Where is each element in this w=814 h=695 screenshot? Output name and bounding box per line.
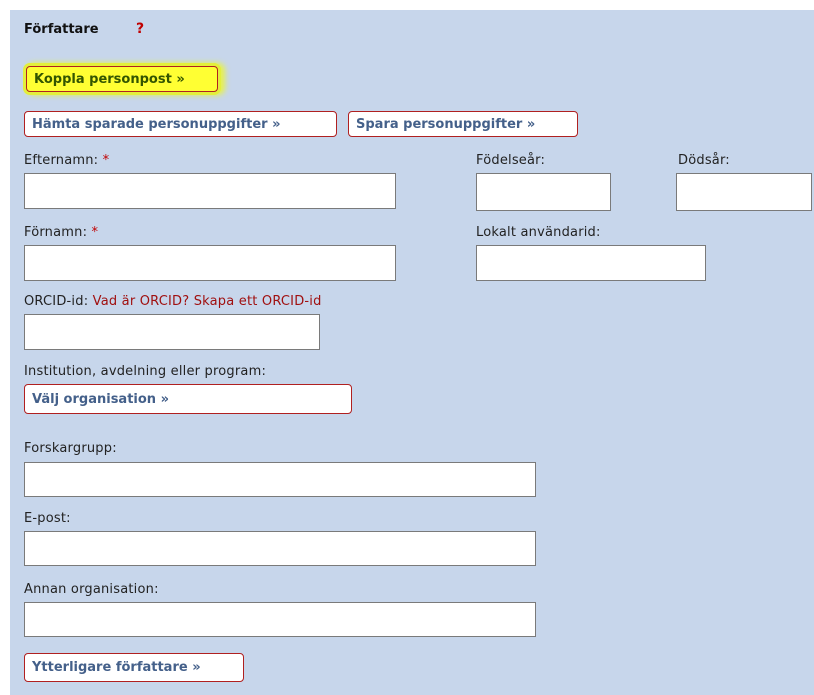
local-user-id-input[interactable] bbox=[476, 245, 706, 281]
first-name-input[interactable] bbox=[24, 245, 396, 281]
death-year-label: Dödsår: bbox=[678, 153, 730, 168]
orcid-input[interactable] bbox=[24, 314, 320, 350]
other-organisation-input[interactable] bbox=[24, 602, 536, 637]
research-group-label: Forskargrupp: bbox=[24, 441, 117, 456]
choose-organisation-button[interactable]: Välj organisation » bbox=[24, 384, 352, 414]
birth-year-label: Födelseår: bbox=[476, 153, 546, 168]
other-organisation-label: Annan organisation: bbox=[24, 582, 159, 597]
required-mark: * bbox=[102, 153, 110, 168]
research-group-input[interactable] bbox=[24, 462, 536, 497]
required-mark: * bbox=[91, 225, 99, 240]
save-person-data-button[interactable]: Spara personuppgifter » bbox=[348, 111, 578, 137]
birth-year-input[interactable] bbox=[476, 173, 611, 211]
link-person-record-button[interactable]: Koppla personpost » bbox=[26, 66, 218, 92]
local-user-id-label: Lokalt användarid: bbox=[476, 225, 601, 240]
orcid-label: ORCID-id: Vad är ORCID? Skapa ett ORCID-… bbox=[24, 294, 322, 309]
more-authors-button[interactable]: Ytterligare författare » bbox=[24, 653, 244, 682]
institution-label: Institution, avdelning eller program: bbox=[24, 364, 267, 379]
first-name-label: Förnamn: * bbox=[24, 225, 99, 240]
section-title: Författare bbox=[24, 22, 99, 37]
death-year-input[interactable] bbox=[676, 173, 812, 211]
email-input[interactable] bbox=[24, 531, 536, 566]
email-label: E-post: bbox=[24, 511, 71, 526]
last-name-label: Efternamn: * bbox=[24, 153, 110, 168]
what-is-orcid-link[interactable]: Vad är ORCID? bbox=[93, 294, 190, 309]
create-orcid-link[interactable]: Skapa ett ORCID-id bbox=[194, 294, 322, 309]
fetch-saved-person-data-button[interactable]: Hämta sparade personuppgifter » bbox=[24, 111, 337, 137]
help-icon[interactable]: ? bbox=[136, 21, 144, 37]
last-name-input[interactable] bbox=[24, 173, 396, 209]
author-form-panel: Författare ? Koppla personpost » Hämta s… bbox=[10, 10, 814, 695]
